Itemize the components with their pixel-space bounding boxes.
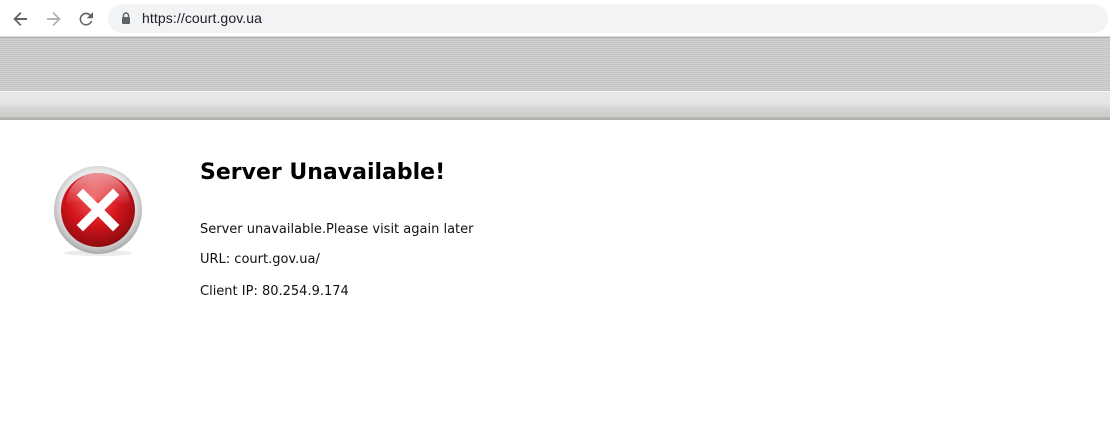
- forward-button[interactable]: [40, 6, 66, 32]
- lock-icon: [122, 12, 130, 24]
- reload-button[interactable]: [73, 6, 99, 32]
- url-line: URL: court.gov.ua/: [200, 252, 320, 267]
- page-title: Server Unavailable!: [200, 160, 446, 185]
- url-text[interactable]: https://court.gov.ua: [142, 10, 262, 26]
- banner-bottom-band: [0, 91, 1110, 120]
- back-arrow-icon: [13, 12, 27, 26]
- reload-icon: [79, 12, 93, 26]
- address-bar[interactable]: https://court.gov.ua: [108, 4, 1108, 33]
- forward-arrow-icon: [47, 12, 61, 26]
- page-header-banner: [0, 37, 1110, 120]
- back-button[interactable]: [8, 6, 34, 32]
- client-ip-line: Client IP: 80.254.9.174: [200, 284, 349, 299]
- error-x-icon: [54, 166, 142, 256]
- banner-top-band: [0, 37, 1110, 91]
- browser-toolbar: https://court.gov.ua: [0, 0, 1110, 37]
- error-message: Server unavailable.Please visit again la…: [200, 222, 474, 237]
